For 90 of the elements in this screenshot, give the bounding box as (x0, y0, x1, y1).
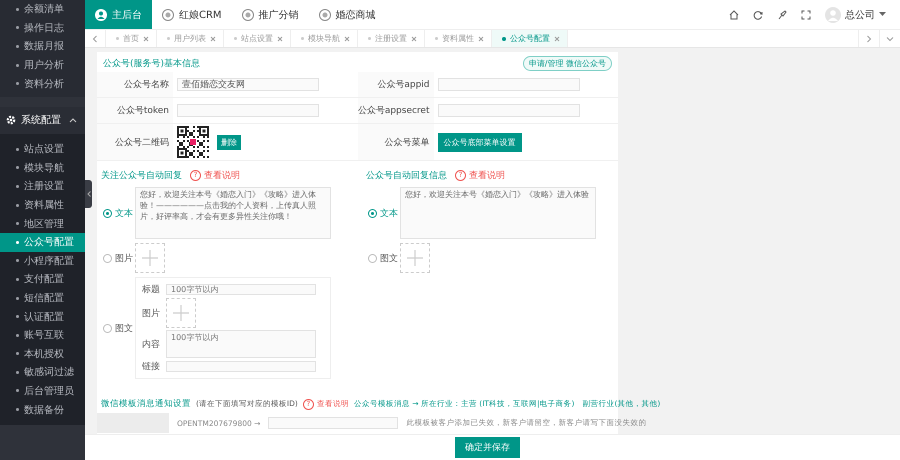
input-field[interactable]: 100字节以内 (166, 284, 316, 295)
close-icon[interactable] (143, 36, 149, 42)
field-label: 公众号名称 (97, 72, 173, 97)
radio-button[interactable]: 图文 (97, 322, 135, 334)
section-title: 公众号自动回复信息 (366, 170, 447, 182)
module-tab[interactable]: 婚恋商城 (308, 0, 386, 29)
input-field[interactable] (438, 78, 580, 91)
input-field[interactable]: 壹佰婚恋交友网 (177, 78, 319, 91)
input-field[interactable] (177, 104, 319, 117)
circle-icon (318, 8, 331, 20)
field-label: 图片 (142, 308, 160, 320)
qr-code-drawing (177, 126, 209, 158)
menu-item[interactable]: 公众号配置 (0, 232, 85, 252)
menu-item[interactable]: 本机授权 (0, 344, 85, 364)
module-tab[interactable]: 红娘CRM (152, 0, 232, 29)
section-title: 公众号(服务号)基本信息 (103, 58, 200, 70)
field-label: 公众号appsecret (358, 98, 434, 123)
menu-item[interactable]: 余额清单 (0, 0, 85, 19)
menu-settings-button[interactable]: 公众号底部菜单设置 (438, 132, 522, 152)
chevron-down-icon (886, 36, 894, 42)
menu-item[interactable]: 数据月报 (0, 37, 85, 56)
field-label: 公众号菜单 (358, 124, 434, 160)
menu-item[interactable]: 认证配置 (0, 307, 85, 326)
close-icon[interactable] (277, 36, 283, 42)
plus-icon (141, 249, 159, 267)
caret-icon (879, 12, 886, 17)
avatar-icon (825, 6, 841, 22)
upload-button[interactable] (400, 243, 430, 273)
module-tab[interactable]: 主后台 (85, 0, 152, 29)
delete-button[interactable]: 删除 (217, 134, 241, 150)
section-title: 微信模板消息通知设置 (101, 398, 191, 410)
menu-item[interactable]: 敏感词过滤 (0, 363, 85, 382)
field-label: 公众号token (97, 98, 173, 123)
menu-item[interactable]: 用户分析 (0, 56, 85, 74)
home-icon[interactable] (729, 10, 739, 20)
brush-icon[interactable] (777, 10, 787, 20)
field-label: 公众号二维码 (97, 124, 173, 160)
close-icon[interactable] (411, 36, 417, 42)
gear-icon (6, 115, 16, 126)
field-label: 标题 (142, 284, 160, 296)
menu-item[interactable]: 短信配置 (0, 288, 85, 308)
plus-icon (406, 249, 424, 267)
apply-button[interactable]: 申请/管理 微信公众号 (522, 56, 612, 70)
close-icon[interactable] (344, 36, 350, 42)
menu-item[interactable]: 后台管理员 (0, 382, 85, 400)
menu-item[interactable]: 站点设置 (0, 140, 85, 159)
close-icon[interactable] (210, 36, 216, 42)
input-field[interactable]: 100字节以内 (166, 330, 316, 358)
chevron-right-icon (866, 34, 872, 42)
refresh-icon[interactable] (753, 10, 763, 20)
upload-button[interactable] (135, 243, 165, 273)
caret-icon[interactable] (69, 117, 77, 124)
input-field[interactable] (268, 417, 398, 429)
menu-item[interactable]: 地区管理 (0, 214, 85, 233)
menu-item[interactable]: 小程序配置 (0, 252, 85, 270)
upload-button[interactable] (166, 298, 196, 328)
field-label: 内容 (142, 338, 160, 350)
radio-button[interactable]: 文本 (362, 206, 400, 220)
circle-icon (162, 8, 174, 20)
menu-item[interactable]: 模块导航 (0, 158, 85, 178)
menu-item[interactable]: 数据备份 (0, 400, 85, 419)
user-menu[interactable]: 总公司 (825, 6, 886, 22)
menu-item[interactable]: 资料属性 (0, 196, 85, 214)
circle-icon (242, 8, 254, 20)
menu-item[interactable]: 支付配置 (0, 270, 85, 289)
page-tab[interactable]: 公众号配置 (492, 30, 568, 47)
message-field[interactable]: 您好，欢迎关注本号《婚恋入门》《攻略》进入体验！——————点击我的个人资料，上传真人照片，好评率高，才会有更多异性关注你哦！ (135, 187, 331, 239)
menu-item[interactable]: 资料分析 (0, 74, 85, 93)
message-field[interactable]: 您好，欢迎关注本号《婚恋入门》《攻略》进入体验 (400, 187, 596, 239)
menu-item[interactable]: 操作日志 (0, 18, 85, 38)
radio-button[interactable]: 图文 (362, 252, 400, 264)
chevron-left-icon (92, 34, 98, 42)
module-tab[interactable]: 推广分销 (232, 0, 309, 29)
input-field[interactable] (438, 104, 580, 117)
menu-section[interactable]: 系统配置 (0, 106, 85, 134)
field-label: 链接 (142, 360, 160, 373)
input-field[interactable] (166, 361, 316, 372)
menu-item[interactable]: 注册设置 (0, 177, 85, 196)
radio-button[interactable]: 文本 (97, 206, 135, 220)
collapse-handle[interactable] (85, 180, 92, 208)
close-icon[interactable] (478, 36, 484, 42)
section-title: 关注公众号自动回复 (101, 170, 182, 182)
menu-item[interactable]: 账号互联 (0, 326, 85, 344)
radio-button[interactable]: 图片 (97, 252, 135, 264)
field-label: 公众号appid (358, 72, 434, 97)
plus-icon (172, 304, 190, 322)
user-icon (95, 8, 107, 20)
fullscreen-icon[interactable] (801, 10, 811, 20)
close-icon[interactable] (554, 36, 560, 42)
save-button[interactable]: 确定并保存 (455, 437, 520, 458)
